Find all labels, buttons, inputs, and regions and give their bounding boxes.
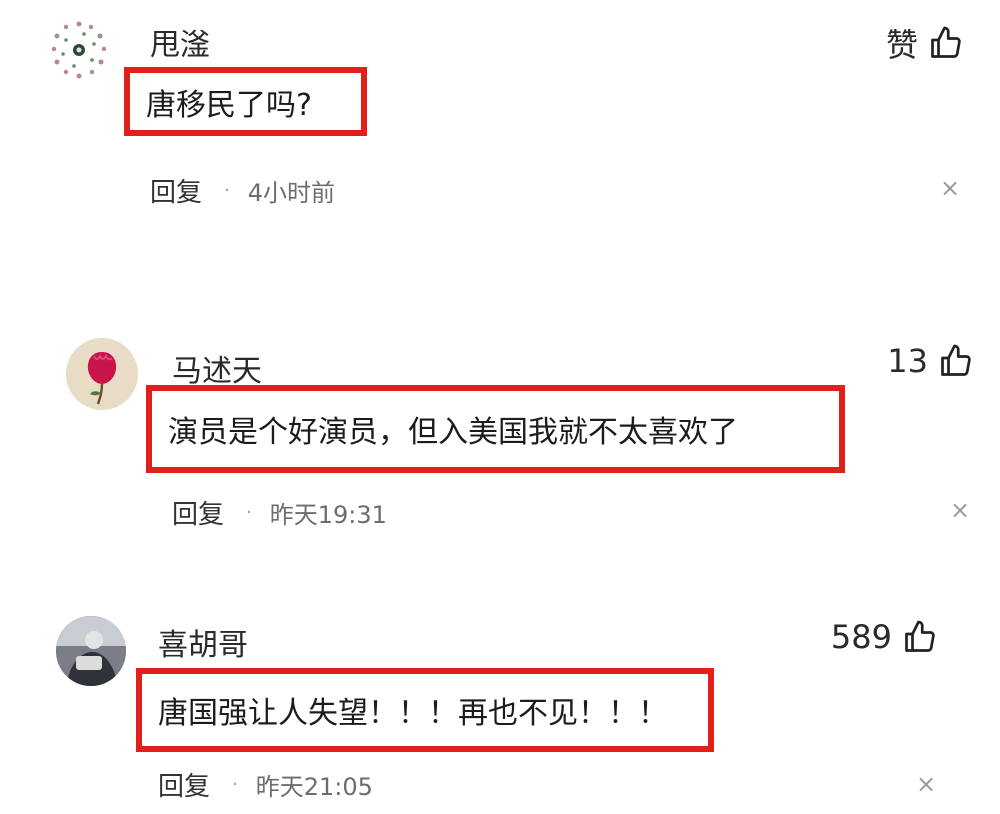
comment-text: 演员是个好演员，但入美国我就不太喜欢了 <box>146 385 845 473</box>
reply-button[interactable]: 回复 <box>158 766 210 803</box>
avatar-image <box>51 21 107 79</box>
reply-button[interactable]: 回复 <box>150 172 202 209</box>
thumbs-up-icon <box>905 620 935 652</box>
comment-item: 甩滏 赞 唐移民了吗? 回复 · 4小时前 × <box>0 0 1000 230</box>
separator-dot: · <box>246 502 252 523</box>
comment-item: 喜胡哥 589 唐国强让人失望！！！再也不见！！！ 回复 · 昨天21:05 × <box>0 606 1000 814</box>
timestamp: 昨天19:31 <box>269 501 387 529</box>
comment-meta: 回复 · 昨天21:05 <box>158 766 373 803</box>
like-count: 13 <box>887 342 928 380</box>
like-count: 赞 <box>885 26 918 64</box>
comment-list: 甩滏 赞 唐移民了吗? 回复 · 4小时前 × 马述天 13 演员是个好演员，但… <box>0 0 1000 814</box>
timestamp: 昨天21:05 <box>255 773 373 801</box>
comment-item: 马述天 13 演员是个好演员，但入美国我就不太喜欢了 回复 · 昨天19:31 … <box>0 330 1000 550</box>
separator-dot: · <box>224 180 230 201</box>
comment-text: 唐移民了吗? <box>124 67 367 136</box>
avatar[interactable] <box>66 338 138 410</box>
comment-meta: 回复 · 4小时前 <box>150 172 335 209</box>
avatar-image <box>56 616 126 686</box>
username[interactable]: 喜胡哥 <box>158 620 248 664</box>
comment-text: 唐国强让人失望！！！再也不见！！！ <box>136 668 714 752</box>
username[interactable]: 甩滏 <box>150 20 210 64</box>
comment-meta: 回复 · 昨天19:31 <box>172 494 387 531</box>
separator-dot: · <box>232 774 238 795</box>
avatar[interactable] <box>56 616 126 686</box>
like-button[interactable]: 589 <box>831 618 938 656</box>
reply-button[interactable]: 回复 <box>172 494 224 531</box>
username[interactable]: 马述天 <box>172 346 262 390</box>
avatar-image <box>66 338 138 410</box>
avatar[interactable] <box>44 16 114 86</box>
like-count: 589 <box>830 618 892 656</box>
close-icon[interactable]: × <box>940 176 960 200</box>
thumbs-up-icon <box>931 26 961 58</box>
thumbs-up-icon <box>941 344 971 376</box>
like-button[interactable]: 赞 <box>886 20 964 66</box>
close-icon[interactable]: × <box>916 772 936 796</box>
timestamp: 4小时前 <box>247 179 336 207</box>
close-icon[interactable]: × <box>950 498 970 522</box>
like-button[interactable]: 13 <box>887 342 974 380</box>
